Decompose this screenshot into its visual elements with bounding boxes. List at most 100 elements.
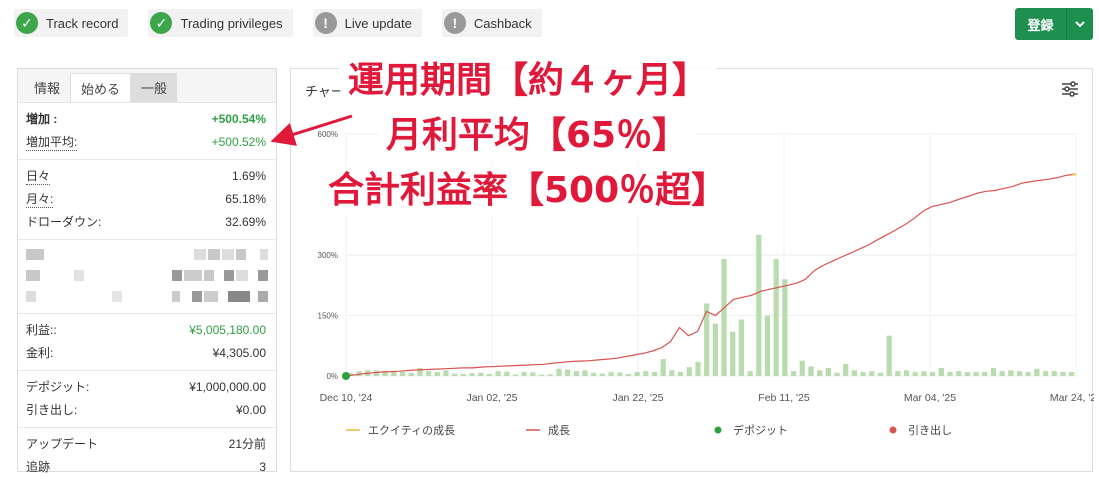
volume-bar (469, 373, 475, 376)
volume-bar (1008, 370, 1014, 376)
exclamation-icon: ! (314, 12, 337, 34)
overlay-monthly: 月利平均【65％】 (378, 111, 697, 161)
volume-bar (712, 323, 718, 376)
volume-bar (773, 259, 779, 376)
volume-bar (990, 367, 997, 376)
stats-tabs: 情報 始める 一般 (18, 69, 276, 103)
legend-label: デポジット (733, 423, 788, 437)
blurred-row (18, 265, 276, 286)
volume-bar (512, 374, 519, 376)
volume-bar (1042, 371, 1049, 376)
register-label: 登録 (1015, 8, 1067, 40)
blurred-row (18, 286, 276, 307)
stat-value: 3 (259, 459, 266, 474)
volume-bar (817, 370, 823, 376)
volume-bar (460, 373, 466, 376)
volume-bar (956, 371, 962, 376)
volume-bar (851, 370, 857, 376)
volume-bar (834, 372, 840, 376)
overlay-period: 運用期間【約４ヶ月】 (340, 56, 717, 106)
volume-bar (643, 371, 649, 376)
stat-label: アップデート (26, 437, 99, 451)
volume-bar (964, 371, 970, 376)
volume-bar (399, 371, 406, 376)
volume-bar (982, 371, 988, 376)
volume-bar (738, 319, 745, 376)
volume-bar (651, 371, 658, 376)
volume-bar (677, 371, 684, 376)
stat-label: 増加平均: (26, 134, 78, 151)
volume-bar (565, 369, 571, 376)
stat-deposits: デポジット: ¥1,000,000.00 (18, 375, 276, 398)
stat-value: ¥1,000,000.00 (189, 379, 266, 394)
y-tick-label: 300% (318, 251, 338, 260)
volume-bar (895, 371, 901, 376)
volume-bar (669, 370, 675, 376)
volume-bar (443, 370, 449, 376)
legend-swatch (714, 426, 722, 434)
volume-bar (608, 371, 614, 376)
volume-bar (886, 335, 892, 376)
stat-value: ¥0.00 (235, 402, 266, 417)
volume-bar (538, 374, 545, 376)
volume-bar (912, 371, 918, 376)
legend-label: 引き出し (908, 423, 952, 437)
tab-start[interactable]: 始める (70, 73, 132, 102)
y-tick-label: 0% (326, 372, 338, 381)
badge-label: Track record (46, 15, 119, 31)
volume-bar (756, 234, 762, 376)
volume-bar (573, 371, 579, 376)
stat-abs-gain: 増加平均: +500.52% (18, 130, 276, 153)
tab-info[interactable]: 情報 (24, 73, 70, 102)
volume-bar (634, 371, 640, 376)
stat-label: ドローダウン: (26, 215, 102, 229)
volume-bar (495, 371, 501, 376)
volume-bar (686, 367, 692, 376)
y-tick-label: 150% (318, 312, 338, 321)
badge-bar: ✓ Track record ✓ Trading privileges ! Li… (14, 9, 542, 37)
volume-bar (747, 371, 753, 376)
check-icon: ✓ (16, 12, 38, 34)
volume-bar (547, 374, 553, 376)
stat-label: 利益:: (26, 323, 57, 337)
volume-bar (764, 315, 771, 376)
stat-updated: アップデート 21分前 (18, 432, 276, 455)
stat-monthly: 月々: 65.18% (18, 187, 276, 210)
volume-bar (808, 366, 814, 376)
volume-bar (486, 373, 492, 376)
deposit-point (342, 372, 350, 380)
volume-bar (617, 372, 623, 376)
badge-cashback: ! Cashback (441, 9, 542, 37)
volume-bar (1025, 371, 1031, 376)
badge-trading-privileges: ✓ Trading privileges (148, 9, 293, 37)
stat-daily: 日々 1.69% (18, 164, 276, 187)
volume-bar (721, 259, 727, 376)
x-tick-label: Feb 11, '25 (758, 392, 810, 404)
stat-label: デポジット: (26, 380, 90, 394)
stats-panel: 情報 始める 一般 増加 : +500.54% 増加平均: +500.52% 日… (17, 68, 277, 474)
volume-bar (582, 370, 588, 376)
volume-bar (903, 370, 910, 376)
volume-bar (556, 368, 562, 376)
volume-bar (730, 331, 736, 376)
volume-bar (521, 371, 527, 376)
x-tick-label: Mar 04, '25 (904, 392, 956, 404)
register-button[interactable]: 登録 (1015, 8, 1093, 40)
volume-bar (625, 373, 632, 376)
x-tick-label: Jan 02, '25 (466, 392, 517, 404)
exclamation-icon: ! (443, 12, 466, 34)
volume-bar (860, 371, 866, 376)
volume-bar (530, 372, 536, 376)
volume-bar (825, 367, 831, 376)
stat-label: 引き出し: (26, 403, 78, 417)
stat-value: ¥5,005,180.00 (189, 322, 266, 337)
volume-bar (660, 359, 666, 376)
stat-value: +500.52% (211, 134, 266, 149)
volume-bar (947, 371, 953, 376)
stat-label: 追跡 (26, 460, 51, 474)
chevron-down-icon[interactable] (1067, 8, 1093, 40)
volume-bar (790, 371, 797, 376)
volume-bar (591, 372, 597, 376)
volume-bar (999, 371, 1005, 376)
tab-general[interactable]: 一般 (131, 73, 178, 102)
